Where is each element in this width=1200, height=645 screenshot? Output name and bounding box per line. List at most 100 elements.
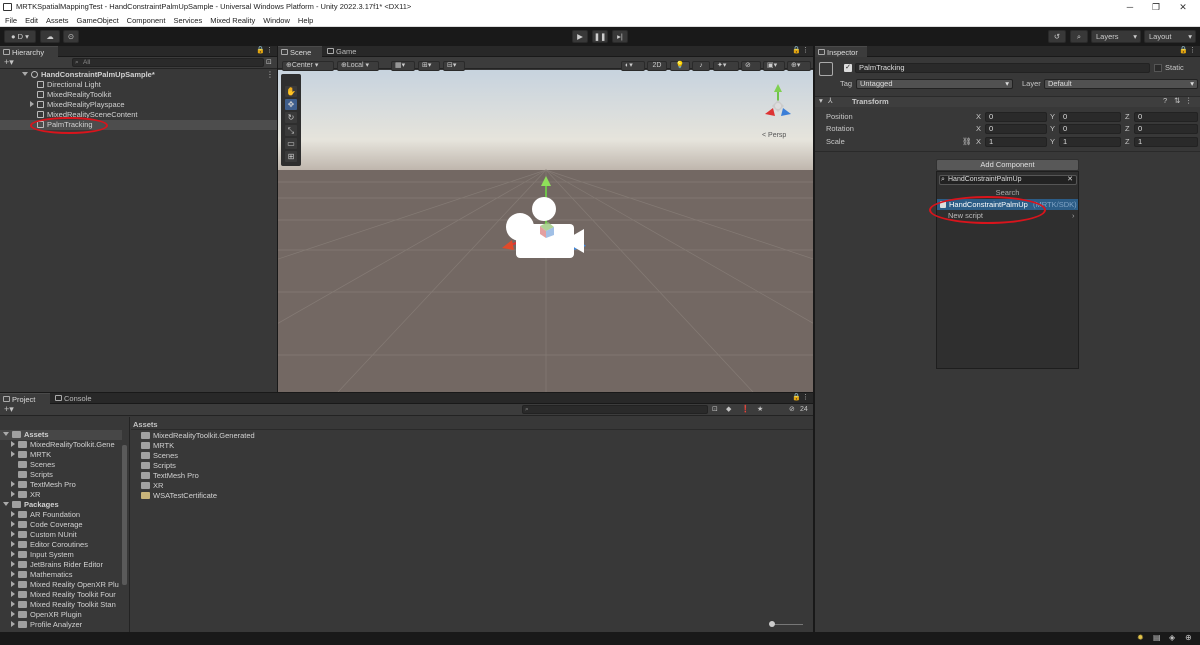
scale-tool-icon[interactable]: ⤡ [285, 125, 297, 136]
constrain-proportions-icon[interactable]: ⛓ [962, 137, 972, 147]
camera-gizmo-icon[interactable] [488, 174, 608, 284]
minimize-icon[interactable]: ─ [1119, 0, 1141, 14]
search-by-type-icon[interactable]: ⊡ [712, 404, 718, 415]
tree-assets[interactable]: Assets [3, 430, 49, 440]
rotation-z-field[interactable]: 0 [1134, 124, 1198, 134]
tree-item[interactable]: Scripts [18, 470, 53, 480]
tree-item[interactable]: TextMesh Pro [11, 480, 76, 490]
expand-arrow-icon[interactable] [3, 502, 9, 506]
expand-arrow-icon[interactable] [11, 491, 15, 497]
menu-file[interactable]: File [5, 14, 17, 26]
position-z-field[interactable]: 0 [1134, 112, 1198, 122]
hidden-objects-icon[interactable]: ⊘ [741, 61, 761, 71]
expand-arrow-icon[interactable] [22, 72, 28, 76]
scene-viewport[interactable]: < Persp [278, 70, 813, 392]
tab-inspector[interactable]: Inspector [815, 46, 867, 57]
tag-dropdown[interactable]: Untagged ▾ [856, 79, 1013, 89]
clear-icon[interactable]: ✕ [1067, 176, 1073, 184]
scene-root-row[interactable]: HandConstraintPalmUpSample* [22, 70, 155, 80]
tree-item[interactable]: Code Coverage [11, 520, 83, 530]
cache-icon[interactable]: ▤ [1153, 633, 1161, 642]
object-name-field[interactable]: PalmTracking [855, 63, 1150, 73]
lock-icon[interactable]: 🔒 [256, 46, 265, 54]
scale-x-field[interactable]: 1 [985, 137, 1047, 147]
tree-item[interactable]: Mixed Reality OpenXR Plu [11, 580, 119, 590]
toggle-2d-button[interactable]: 2D [647, 61, 667, 71]
scene-menu-icon[interactable]: ⋮ [266, 70, 274, 79]
import-log-icon[interactable]: ❗ [741, 404, 750, 415]
kebab-menu-icon[interactable]: ⋮ [802, 393, 809, 401]
position-y-field[interactable]: 0 [1059, 112, 1121, 122]
layers-status-icon[interactable]: ◈ [1169, 633, 1175, 642]
expand-arrow-icon[interactable] [30, 101, 34, 107]
lighting-toggle-icon[interactable]: 💡 [670, 61, 690, 71]
tab-console[interactable]: Console [52, 393, 100, 404]
preset-icon[interactable]: ⇅ [1174, 96, 1180, 106]
static-checkbox[interactable] [1154, 64, 1162, 72]
tab-game[interactable]: Game [324, 46, 364, 57]
hand-tool-icon[interactable]: ✋ [285, 86, 297, 97]
increment-snap-dropdown[interactable]: ⊟▾ [443, 61, 465, 71]
help-icon[interactable]: ? [1163, 96, 1167, 106]
favorite-icon[interactable]: ★ [757, 404, 763, 415]
rect-tool-icon[interactable]: ▭ [285, 138, 297, 149]
menu-assets[interactable]: Assets [46, 14, 69, 26]
project-search-input[interactable]: ⌕ [522, 405, 708, 414]
project-breadcrumb[interactable]: Assets [131, 419, 813, 430]
move-tool-icon[interactable]: ✥ [285, 99, 297, 110]
asset-folder[interactable]: Scripts [141, 461, 176, 471]
lock-icon[interactable]: 🔒 [1179, 46, 1188, 54]
expand-arrow-icon[interactable] [11, 481, 15, 487]
rotation-x-field[interactable]: 0 [985, 124, 1047, 134]
projection-label[interactable]: < Persp [762, 132, 786, 139]
layer-dropdown[interactable]: Default ▾ [1044, 79, 1198, 89]
expand-arrow-icon[interactable] [11, 511, 15, 517]
tree-item[interactable]: MRTK [11, 450, 51, 460]
tree-scrollbar[interactable] [122, 445, 127, 585]
expand-arrow-icon[interactable] [11, 441, 15, 447]
menu-window[interactable]: Window [263, 14, 290, 26]
undo-history-icon[interactable]: ↺ [1048, 30, 1066, 43]
scale-y-field[interactable]: 1 [1059, 137, 1121, 147]
hierarchy-item-mixedrealityplayspace[interactable]: MixedRealityPlayspace [30, 100, 125, 110]
asset-file[interactable]: WSATestCertificate [141, 491, 217, 501]
search-by-label-icon[interactable]: ◆ [726, 404, 731, 415]
menu-edit[interactable]: Edit [25, 14, 38, 26]
grid-visibility-dropdown[interactable]: ⊞▾ [418, 61, 440, 71]
add-component-button[interactable]: Add Component [936, 159, 1079, 171]
tree-item[interactable]: Mixed Reality Toolkit Four [11, 590, 116, 600]
asset-folder[interactable]: MixedRealityToolkit.Generated [141, 431, 255, 441]
menu-component[interactable]: Component [127, 14, 166, 26]
collab-icon[interactable]: ⊙ [63, 30, 79, 43]
transform-tool-icon[interactable]: ⊞ [285, 151, 297, 162]
asset-folder[interactable]: MRTK [141, 441, 174, 451]
component-menu-icon[interactable]: ⋮ [1185, 96, 1193, 106]
asset-folder[interactable]: TextMesh Pro [141, 471, 199, 481]
expand-arrow-icon[interactable] [11, 451, 15, 457]
expand-arrow-icon[interactable] [11, 611, 15, 617]
account-dropdown[interactable]: ● D ▾ [4, 30, 36, 43]
tree-item[interactable]: Input System [11, 550, 74, 560]
tree-item[interactable]: Mathematics [11, 570, 73, 580]
layers-dropdown[interactable]: Layers ▾ [1091, 30, 1141, 43]
expand-arrow-icon[interactable] [11, 621, 15, 627]
tree-item[interactable]: Profile Analyzer [11, 620, 82, 630]
orientation-gizmo-icon[interactable] [753, 82, 803, 132]
position-x-field[interactable]: 0 [985, 112, 1047, 122]
expand-arrow-icon[interactable] [11, 531, 15, 537]
gizmos-dropdown[interactable]: ⊕▾ [787, 61, 811, 71]
step-button[interactable]: ▸| [612, 30, 628, 43]
tree-packages[interactable]: Packages [3, 500, 59, 510]
expand-arrow-icon[interactable] [11, 591, 15, 597]
asset-folder[interactable]: Scenes [141, 451, 178, 461]
pivot-dropdown[interactable]: ⊕Center ▾ [282, 61, 334, 71]
space-dropdown[interactable]: ⊕Local ▾ [337, 61, 379, 71]
kebab-menu-icon[interactable]: ⋮ [802, 46, 809, 54]
expand-arrow-icon[interactable] [11, 541, 15, 547]
menu-gameobject[interactable]: GameObject [77, 14, 119, 26]
menu-services[interactable]: Services [173, 14, 202, 26]
camera-settings-dropdown[interactable]: ▣▾ [763, 61, 785, 71]
grid-snap-dropdown[interactable]: ▦▾ [391, 61, 415, 71]
asset-folder[interactable]: XR [141, 481, 163, 491]
scale-z-field[interactable]: 1 [1134, 137, 1198, 147]
